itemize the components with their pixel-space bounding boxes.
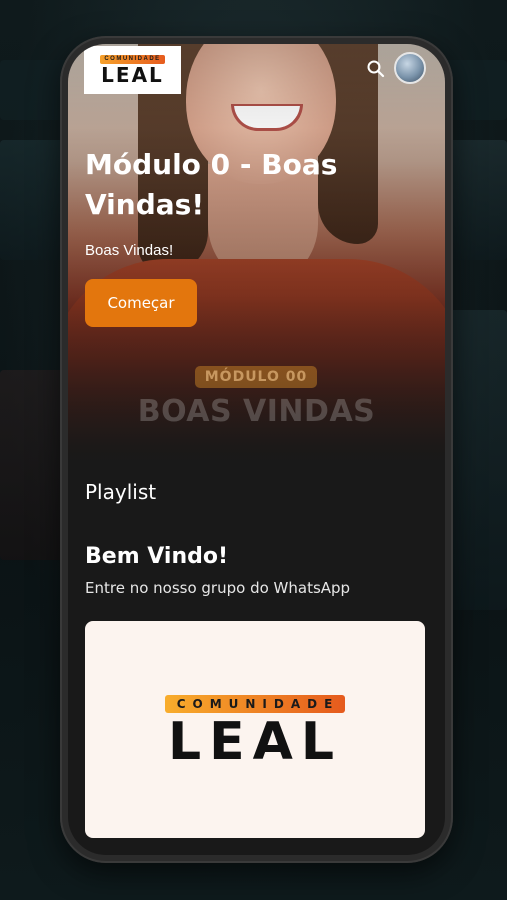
hero-watermark-title: BOAS VINDAS — [137, 394, 376, 429]
module-title: Módulo 0 - Boas Vindas! — [85, 148, 338, 221]
app-screen: MÓDULO 00 BOAS VINDAS COMUNIDADE LEAL Mó… — [68, 44, 445, 855]
brand-logo[interactable]: COMUNIDADE LEAL — [84, 46, 181, 94]
playlist-item-description: Entre no nosso grupo do WhatsApp — [85, 579, 351, 597]
search-icon[interactable] — [365, 58, 387, 80]
card-logo: COMUNIDADE LEAL — [85, 695, 425, 771]
playlist-heading: Playlist — [85, 480, 157, 504]
avatar[interactable] — [394, 52, 426, 84]
playlist-item-title: Bem Vindo! — [85, 544, 229, 569]
module-subtitle: Boas Vindas! — [85, 242, 174, 259]
start-button[interactable]: Começar — [85, 279, 197, 327]
logo-main-text: LEAL — [101, 62, 164, 87]
card-logo-top-text: COMUNIDADE — [164, 695, 346, 713]
card-logo-main-text: LEAL — [167, 712, 343, 772]
playlist-item-card[interactable]: COMUNIDADE LEAL — [85, 621, 425, 838]
hero-watermark-badge: MÓDULO 00 — [195, 366, 317, 388]
